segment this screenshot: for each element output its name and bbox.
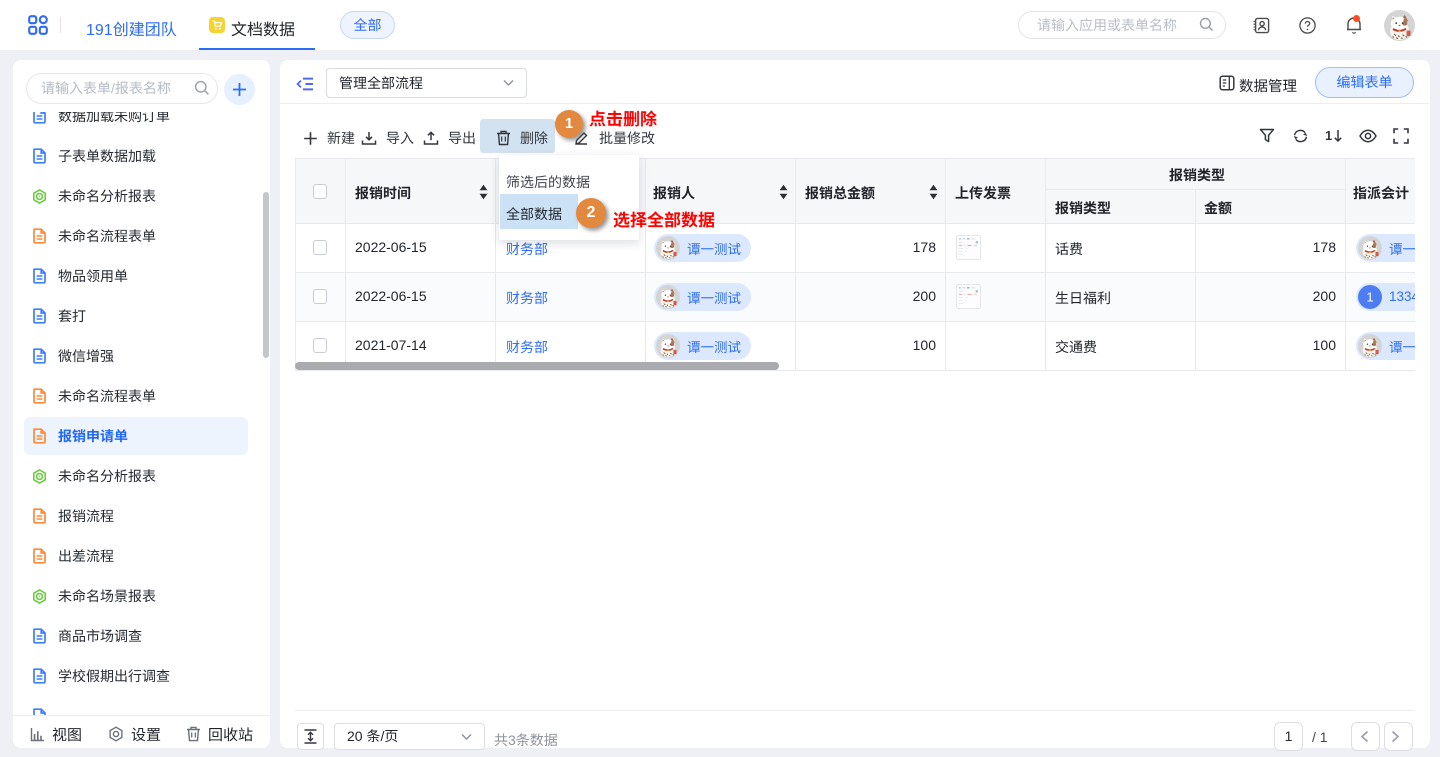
svg-text:1: 1 xyxy=(1366,289,1373,304)
